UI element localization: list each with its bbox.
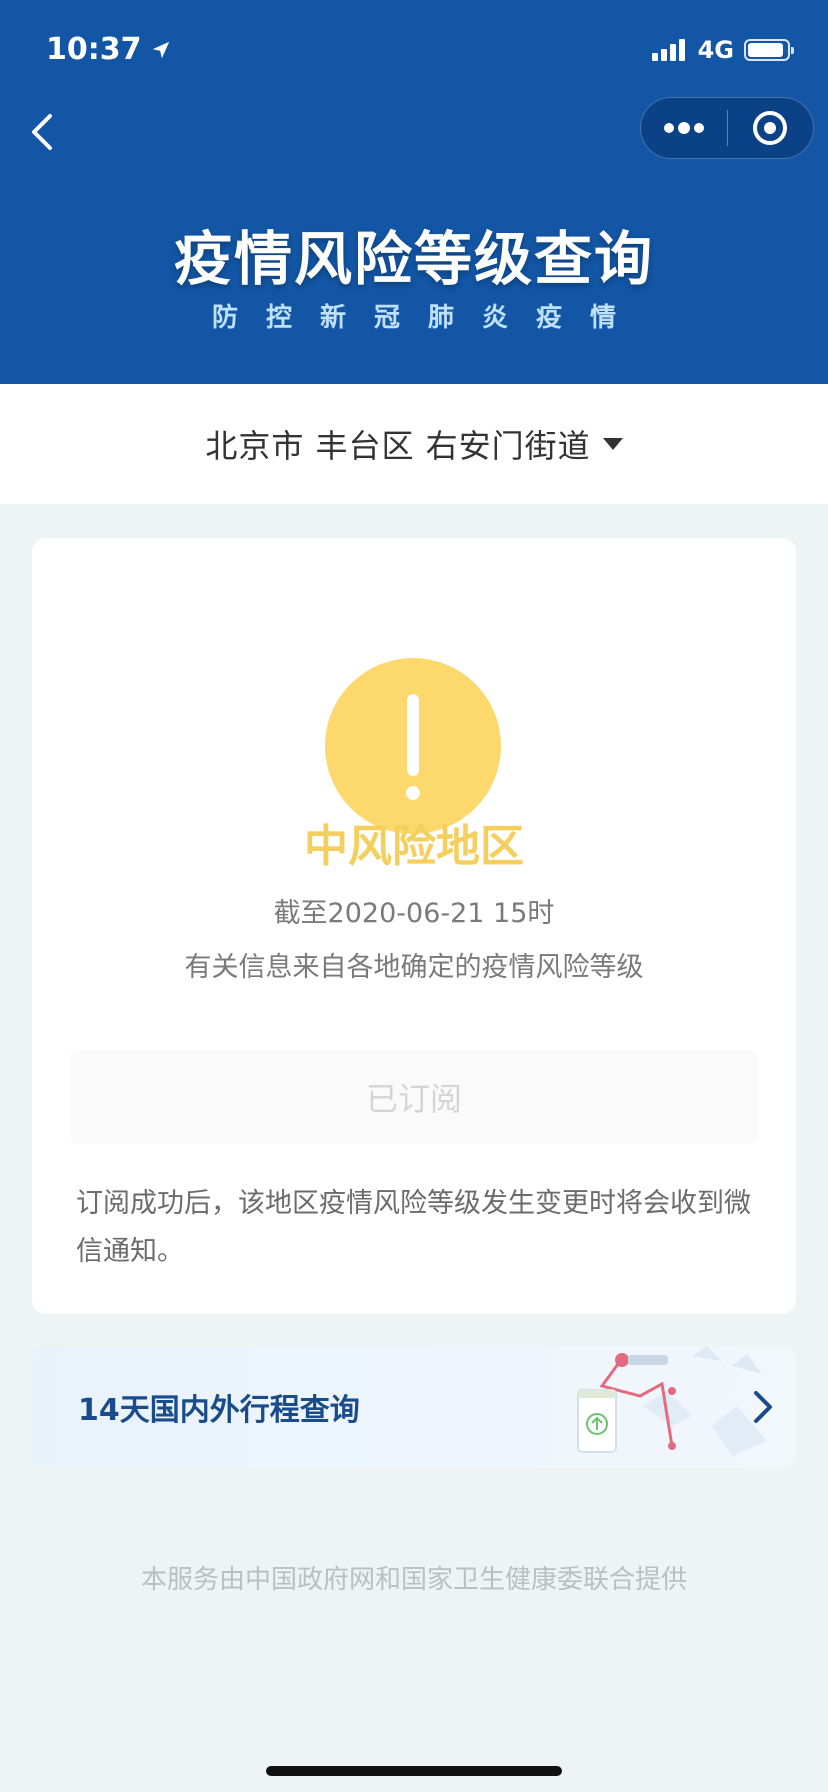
- time-text: 10:37: [46, 32, 142, 67]
- travel-query-title: 14天国内外行程查询: [78, 1393, 360, 1428]
- warning-exclamation-icon: [325, 658, 501, 834]
- travel-map-illustration: [577, 1346, 767, 1456]
- back-button[interactable]: [22, 108, 62, 156]
- more-dots-icon: [663, 122, 704, 134]
- risk-level: 中风险地区: [304, 821, 524, 872]
- travel-query-card[interactable]: 14天国内外行程查询: [32, 1346, 796, 1468]
- status-bar-time: 10:37: [46, 30, 172, 70]
- close-target-icon: [753, 111, 788, 145]
- chevron-right-icon: [754, 1391, 772, 1423]
- battery-icon: [744, 39, 794, 61]
- home-indicator[interactable]: [266, 1766, 562, 1776]
- mini-program-capsule: [640, 97, 814, 159]
- location-text: 北京市 丰台区 右安门街道: [205, 427, 591, 465]
- header: 10:37 4G 疫情风险等级查询 防控新冠肺炎疫情: [0, 0, 828, 384]
- signal-icon: [651, 39, 688, 61]
- info-source: 有关信息来自各地确定的疫情风险等级: [184, 952, 644, 983]
- location-selector[interactable]: 北京市 丰台区 右安门街道: [0, 384, 828, 504]
- subscribe-note: 订阅成功后，该地区疫情风险等级发生变更时将会收到微信通知。: [76, 1188, 751, 1267]
- dropdown-triangle-icon: [602, 438, 623, 450]
- network-type: 4G: [697, 36, 734, 64]
- close-button[interactable]: [728, 98, 814, 158]
- more-button[interactable]: [641, 98, 727, 158]
- page-subtitle: 防控新冠肺炎疫情: [211, 303, 644, 333]
- risk-card: 中风险地区 截至2020-06-21 15时 有关信息来自各地确定的疫情风险等级…: [32, 538, 796, 1314]
- back-chevron-icon: [32, 114, 52, 150]
- footer-text: 本服务由中国政府网和国家卫生健康委联合提供: [140, 1565, 687, 1595]
- status-bar-right: 4G: [651, 32, 794, 68]
- as-of-time: 截至2020-06-21 15时: [273, 898, 555, 929]
- subscribe-button[interactable]: 已订阅: [70, 1050, 758, 1144]
- location-arrow-icon: [152, 41, 169, 59]
- page-title: 疫情风险等级查询: [173, 225, 654, 293]
